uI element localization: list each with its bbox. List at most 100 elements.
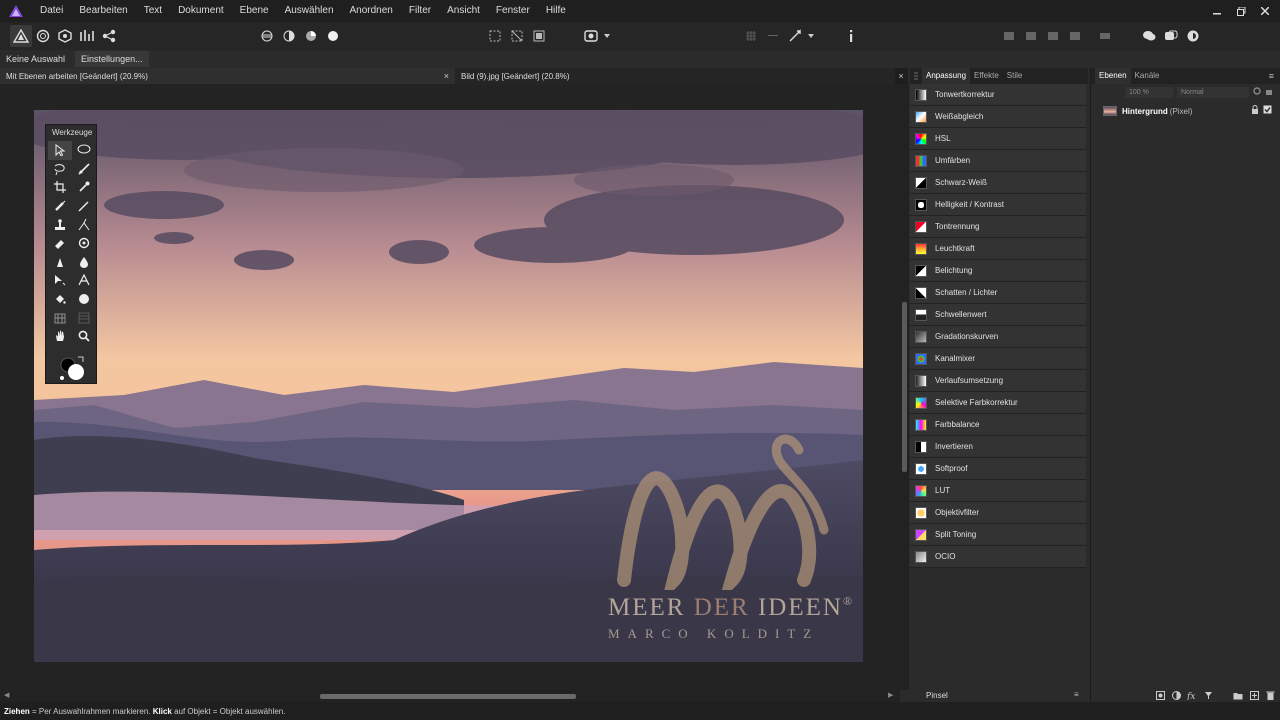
chevron-down-icon[interactable] (602, 25, 612, 47)
chevron-down-icon[interactable] (806, 25, 816, 47)
scroll-left-icon[interactable]: ◀ (4, 691, 9, 699)
move-tool-icon[interactable] (48, 141, 72, 160)
photo-persona-icon[interactable] (10, 25, 32, 47)
tone-mapping-persona-icon[interactable] (76, 25, 98, 47)
group-icon[interactable] (1233, 690, 1243, 700)
canvas-area[interactable]: MEER DER IDEEN® MARCO KOLDITZ Werkzeuge (0, 84, 900, 690)
auto-white-balance-icon[interactable] (322, 25, 344, 47)
blend-mode-select[interactable]: Normal (1177, 86, 1249, 98)
invert-selection-icon[interactable] (528, 25, 550, 47)
filter-layer-icon[interactable] (1203, 690, 1213, 700)
healing-icon[interactable] (72, 215, 96, 234)
menu-ansicht[interactable]: Ansicht (439, 0, 488, 22)
menu-datei[interactable]: Datei (32, 0, 71, 22)
info-icon[interactable] (840, 25, 862, 47)
tab-ebenen[interactable]: Ebenen (1095, 68, 1131, 84)
adjustment-item[interactable]: Schatten / Lichter (910, 282, 1086, 304)
menu-filter[interactable]: Filter (401, 0, 439, 22)
adjustment-item[interactable]: Belichtung (910, 260, 1086, 282)
crop-icon[interactable] (48, 178, 72, 197)
document-tab-bild[interactable]: Bild (9).jpg [Geändert] (20.8%) (455, 68, 895, 84)
layer-row[interactable]: Hintergrund (Pixel) (1091, 102, 1280, 120)
pixel-brush-icon[interactable] (72, 197, 96, 216)
tab-effekte[interactable]: Effekte (970, 68, 1003, 84)
hand-icon[interactable] (48, 327, 72, 346)
arrange-back-icon[interactable] (1064, 25, 1086, 47)
minimize-icon[interactable] (1210, 4, 1224, 18)
lock-icon[interactable] (1251, 105, 1259, 117)
adjustment-item[interactable]: Tonwertkorrektur (910, 84, 1086, 106)
chat-icon[interactable] (1138, 25, 1160, 47)
adjustment-item[interactable]: Split Toning (910, 524, 1086, 546)
paint-brush-icon[interactable] (48, 197, 72, 216)
snapping-icon[interactable] (740, 25, 762, 47)
adjustment-item[interactable]: Kanalmixer (910, 348, 1086, 370)
transform-icon[interactable] (1094, 25, 1116, 47)
add-layer-icon[interactable] (1249, 690, 1259, 700)
horizontal-scrollbar[interactable]: ◀ ▶ (0, 690, 900, 702)
develop-persona-icon[interactable] (54, 25, 76, 47)
auto-colors-icon[interactable] (300, 25, 322, 47)
restore-icon[interactable] (1234, 4, 1248, 18)
close-document-icon[interactable]: × (895, 68, 907, 84)
adjustment-icon[interactable] (1171, 690, 1181, 700)
marquee-selection-icon[interactable] (484, 25, 506, 47)
vertical-scrollbar[interactable] (900, 84, 909, 690)
close-window-icon[interactable] (1258, 4, 1272, 18)
landscape-photo[interactable]: MEER DER IDEEN® MARCO KOLDITZ (34, 110, 863, 662)
adjustment-item[interactable]: OCIO (910, 546, 1086, 568)
node-icon[interactable] (48, 271, 72, 290)
tab-stile[interactable]: Stile (1003, 68, 1027, 84)
color-swatches[interactable] (58, 355, 88, 381)
scroll-right-icon[interactable]: ▶ (888, 691, 893, 699)
layer-lock-icon[interactable] (1265, 87, 1273, 98)
adjustment-item[interactable]: Tontrennung (910, 216, 1086, 238)
adjustment-item[interactable]: Weißabgleich (910, 106, 1086, 128)
tab-anpassung[interactable]: Anpassung (922, 68, 971, 84)
menu-hilfe[interactable]: Hilfe (538, 0, 574, 22)
assistant-icon[interactable] (784, 25, 806, 47)
align-icon[interactable] (998, 25, 1020, 47)
adjustment-item[interactable]: HSL (910, 128, 1086, 150)
arrange-icon[interactable] (1020, 25, 1042, 47)
menu-dokument[interactable]: Dokument (170, 0, 232, 22)
adjustment-item[interactable]: Invertieren (910, 436, 1086, 458)
smudge-icon[interactable] (72, 253, 96, 272)
tab-kanaele[interactable]: Kanäle (1131, 68, 1164, 84)
adjustment-item[interactable]: Leuchtkraft (910, 238, 1086, 260)
grid-icon[interactable] (72, 308, 96, 327)
panel-grip-icon[interactable] (914, 71, 920, 81)
menu-fenster[interactable]: Fenster (488, 0, 538, 22)
menu-auswaehlen[interactable]: Auswählen (277, 0, 342, 22)
live-filter-icon[interactable]: fx (1187, 690, 1197, 700)
share-icon[interactable] (1160, 25, 1182, 47)
affinity-photo-logo-icon[interactable] (6, 0, 26, 22)
adjustment-item[interactable]: Farbbalance (910, 414, 1086, 436)
adjustment-item[interactable]: Schwellenwert (910, 304, 1086, 326)
menu-ebene[interactable]: Ebene (232, 0, 277, 22)
dodge-icon[interactable] (48, 253, 72, 272)
zoom-icon[interactable] (72, 327, 96, 346)
flood-fill-icon[interactable] (72, 234, 96, 253)
adjustment-item[interactable]: Schwarz-Weiß (910, 172, 1086, 194)
adjustment-item[interactable]: Objektivfilter (910, 502, 1086, 524)
horizontal-scrollbar-thumb[interactable] (320, 694, 576, 699)
shape-icon[interactable] (72, 290, 96, 309)
brush-search-field[interactable]: Pinsel ≡ (910, 688, 1086, 702)
clone-stamp-icon[interactable] (48, 215, 72, 234)
color-picker-icon[interactable] (72, 178, 96, 197)
delete-layer-icon[interactable] (1265, 690, 1275, 700)
menu-bearbeiten[interactable]: Bearbeiten (71, 0, 135, 22)
adjustment-item[interactable]: Helligkeit / Kontrast (910, 194, 1086, 216)
freehand-select-icon[interactable] (48, 160, 72, 179)
adjustment-item[interactable]: Umfärben (910, 150, 1086, 172)
quick-mask-icon[interactable] (580, 25, 602, 47)
vertical-scrollbar-thumb[interactable] (902, 302, 907, 472)
help-icon[interactable] (1182, 25, 1204, 47)
auto-contrast-icon[interactable] (278, 25, 300, 47)
adjustment-item[interactable]: Softproof (910, 458, 1086, 480)
brush-select-icon[interactable] (72, 160, 96, 179)
document-tab-mit-ebenen[interactable]: Mit Ebenen arbeiten [Geändert] (20.9%) × (0, 68, 455, 84)
erase-icon[interactable] (48, 234, 72, 253)
deselect-icon[interactable] (506, 25, 528, 47)
